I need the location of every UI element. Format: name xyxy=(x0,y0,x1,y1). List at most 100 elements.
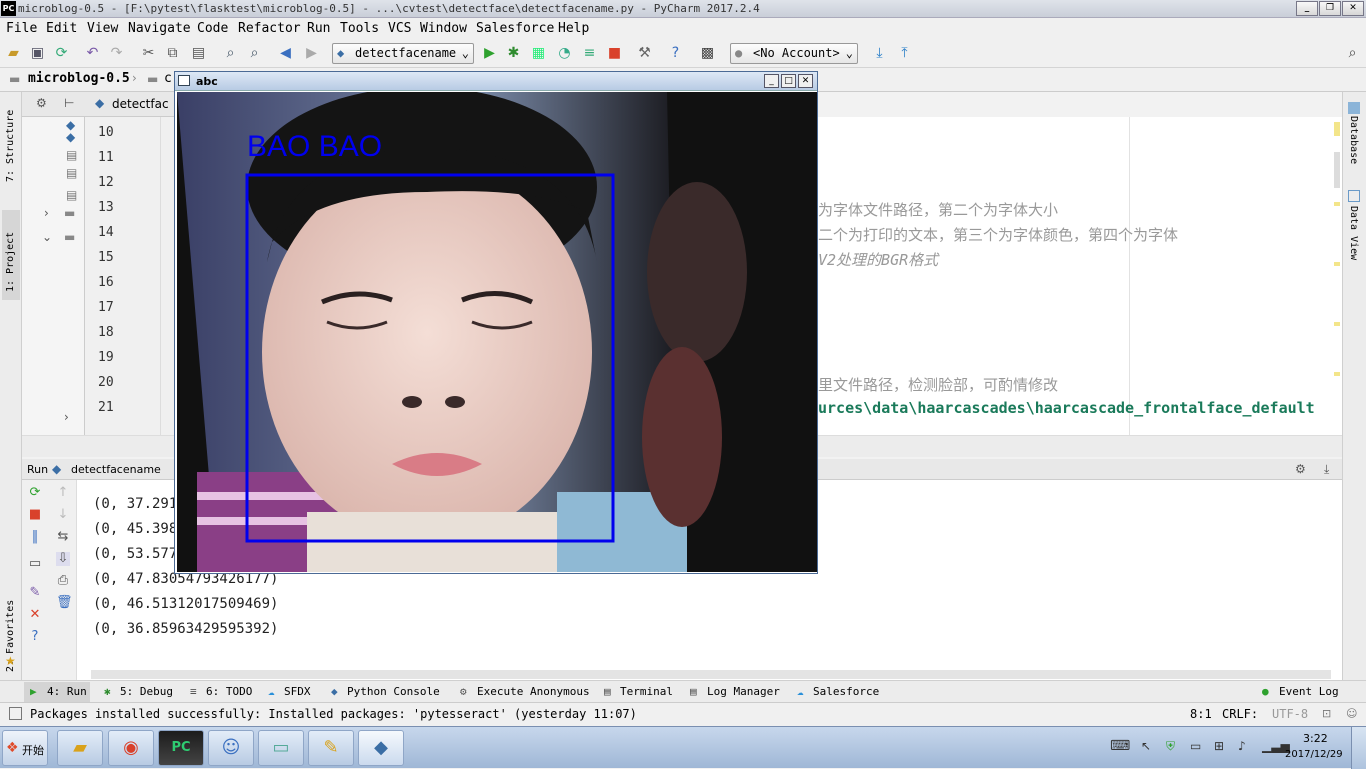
scroll-thumb[interactable] xyxy=(1334,152,1340,188)
upload-icon[interactable]: ⤒ xyxy=(896,45,913,62)
maximize-button[interactable]: ❐ xyxy=(1319,1,1341,16)
tab-salesforce[interactable]: Salesforce xyxy=(813,685,879,698)
image-window-close[interactable]: ✕ xyxy=(798,74,813,88)
tab-run[interactable]: 4: Run xyxy=(47,685,87,698)
concurrency-icon[interactable]: ≡ xyxy=(581,45,598,62)
chrome-app[interactable]: ◉ xyxy=(108,730,154,766)
tab-python-console[interactable]: Python Console xyxy=(347,685,440,698)
minimize-button[interactable]: _ xyxy=(1296,1,1318,16)
breadcrumb-project[interactable]: microblog-0.5 xyxy=(28,71,130,86)
device-icon[interactable]: ⊞ xyxy=(1214,739,1224,753)
volume-icon[interactable]: ♪ xyxy=(1238,739,1246,753)
menu-run[interactable]: Run xyxy=(307,21,330,36)
search-icon[interactable]: ⌕ xyxy=(1344,45,1361,62)
tab-log-manager[interactable]: Log Manager xyxy=(707,685,780,698)
print-icon[interactable]: ⎙ xyxy=(56,574,70,588)
open-folder-icon[interactable]: ▰ xyxy=(5,45,22,62)
download-icon[interactable]: ⤓ xyxy=(871,45,888,62)
menu-tools[interactable]: Tools xyxy=(340,21,379,36)
paste-icon[interactable]: ▤ xyxy=(190,45,207,62)
tab-todo[interactable]: 6: TODO xyxy=(206,685,252,698)
sync-icon[interactable]: ⟳ xyxy=(53,45,70,62)
gear-icon[interactable]: ⚙ xyxy=(36,96,47,110)
settings-icon[interactable]: ⚒ xyxy=(636,45,653,62)
inspector-icon[interactable]: ☺ xyxy=(1346,707,1357,720)
save-icon[interactable]: ▣ xyxy=(29,45,46,62)
editor-tab[interactable]: detectfac xyxy=(112,97,169,111)
stop-icon[interactable]: ■ xyxy=(28,508,42,522)
tab-event-log[interactable]: Event Log xyxy=(1279,685,1339,698)
menu-vcs[interactable]: VCS xyxy=(388,21,411,36)
pycharm-app[interactable]: PC xyxy=(158,730,204,766)
clock-time[interactable]: 3:22 xyxy=(1303,732,1328,745)
trash-icon[interactable]: 🗑 xyxy=(56,596,73,610)
hide-panel-icon[interactable]: ⤓ xyxy=(1324,462,1329,477)
replace-icon[interactable]: ⌕ xyxy=(246,45,263,62)
menu-refactor[interactable]: Refactor xyxy=(238,21,301,36)
database-tab[interactable]: Database xyxy=(1348,116,1359,164)
start-button[interactable]: ❖ 开始 xyxy=(2,730,48,766)
tab-terminal[interactable]: Terminal xyxy=(620,685,673,698)
data-view-tab[interactable]: Data View xyxy=(1348,206,1359,260)
rerun-icon[interactable]: ⟳ xyxy=(28,486,42,500)
console-hscroll[interactable] xyxy=(91,670,1331,679)
tab-debug[interactable]: 5: Debug xyxy=(120,685,173,698)
menu-code[interactable]: Code xyxy=(197,21,228,36)
account-select[interactable]: ● <No Account> ⌄ xyxy=(730,43,858,64)
scroll-right-icon[interactable]: › xyxy=(64,410,69,424)
toggle-tool-windows-icon[interactable] xyxy=(9,707,22,720)
breadcrumb-folder[interactable]: c xyxy=(164,71,172,86)
undo-icon[interactable]: ↶ xyxy=(84,45,101,62)
menu-window[interactable]: Window xyxy=(420,21,467,36)
stop-icon[interactable]: ■ xyxy=(606,45,623,62)
profile-icon[interactable]: ◔ xyxy=(556,45,573,62)
menu-view[interactable]: View xyxy=(87,21,118,36)
copy-icon[interactable]: ⧉ xyxy=(164,45,181,62)
tab-sfdx[interactable]: SFDX xyxy=(284,685,311,698)
menu-help[interactable]: Help xyxy=(558,21,589,36)
structure-tab[interactable]: 7: Structure xyxy=(5,110,16,182)
image-window-minimize[interactable]: _ xyxy=(764,74,779,88)
image-window[interactable]: abc _ □ ✕ BAO BAO xyxy=(174,71,818,574)
collapse-icon[interactable]: ⊢ xyxy=(64,96,74,110)
keyboard-icon[interactable]: ⌨ xyxy=(1110,738,1130,754)
help-icon[interactable]: ? xyxy=(667,45,684,62)
debug-icon[interactable]: ✱ xyxy=(505,45,522,62)
restore-layout-icon[interactable]: ▭ xyxy=(28,557,42,571)
pin-icon[interactable]: ✎ xyxy=(28,586,42,600)
sdk-icon[interactable]: ▩ xyxy=(699,45,716,62)
close-button[interactable]: ✕ xyxy=(1342,1,1364,16)
run-icon[interactable]: ▶ xyxy=(481,45,498,62)
collapse-arrow-icon[interactable]: ⌄ xyxy=(42,230,52,244)
project-tab[interactable]: 1: Project xyxy=(5,232,16,292)
lock-icon[interactable]: ⊡ xyxy=(1322,707,1331,720)
up-arrow-icon[interactable]: ↑ xyxy=(56,486,70,500)
close-icon[interactable]: ✕ xyxy=(28,608,42,622)
find-icon[interactable]: ⌕ xyxy=(222,45,239,62)
gear-icon[interactable]: ⚙ xyxy=(1295,462,1306,476)
expand-arrow-icon[interactable]: › xyxy=(44,206,49,220)
scroll-to-end-icon[interactable]: ⇩ xyxy=(56,552,70,566)
cursor-icon[interactable]: ↖ xyxy=(1141,739,1151,753)
file-encoding[interactable]: UTF-8 xyxy=(1272,707,1308,721)
line-separator[interactable]: CRLF: xyxy=(1222,707,1258,721)
run-config-tab[interactable]: detectfacename xyxy=(71,463,161,476)
tab-execute-anonymous[interactable]: Execute Anonymous xyxy=(477,685,590,698)
pause-icon[interactable]: ‖ xyxy=(28,530,42,544)
soft-wrap-icon[interactable]: ⇆ xyxy=(56,530,70,544)
status-message[interactable]: Packages installed successfully: Install… xyxy=(30,707,637,721)
caret-position[interactable]: 8:1 xyxy=(1190,707,1212,721)
menu-edit[interactable]: Edit xyxy=(46,21,77,36)
redo-icon[interactable]: ↷ xyxy=(108,45,125,62)
run-config-select[interactable]: ◆ detectfacename ⌄ xyxy=(332,43,474,64)
contacts-app[interactable]: ☺ xyxy=(208,730,254,766)
notepad-app[interactable]: ▭ xyxy=(258,730,304,766)
coverage-icon[interactable]: ▦ xyxy=(530,45,547,62)
python-window-app[interactable]: ◆ xyxy=(358,730,404,766)
explorer-app[interactable]: ▰ xyxy=(57,730,103,766)
monitor-icon[interactable]: ▭ xyxy=(1190,739,1201,753)
image-window-titlebar[interactable]: abc _ □ ✕ xyxy=(175,72,817,91)
cut-icon[interactable]: ✂ xyxy=(140,45,157,62)
paint-app[interactable]: ✎ xyxy=(308,730,354,766)
menu-navigate[interactable]: Navigate xyxy=(128,21,191,36)
